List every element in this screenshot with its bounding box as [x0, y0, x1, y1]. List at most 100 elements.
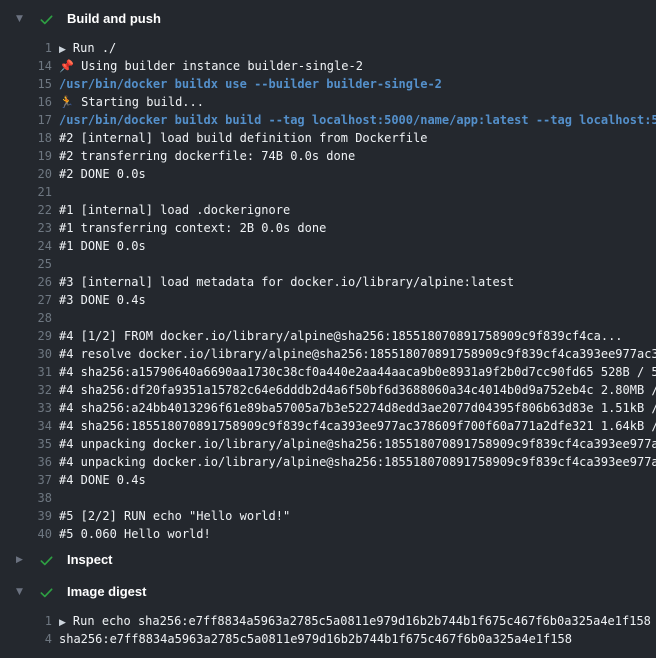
log-text: #4 unpacking docker.io/library/alpine@sh…	[59, 435, 656, 453]
check-icon	[39, 12, 54, 27]
section-header-build-and-push[interactable]: ▼ Build and push	[0, 6, 656, 32]
line-number[interactable]: 1	[0, 612, 52, 630]
log-text: #2 DONE 0.0s	[59, 165, 146, 183]
log-line: 27#3 DONE 0.4s	[0, 291, 656, 309]
log-line: 30 #4 resolve docker.io/library/alpine@sh…	[0, 345, 656, 363]
line-number[interactable]: 20	[0, 165, 52, 183]
log-text: 📌 Using builder instance builder-single-…	[59, 57, 363, 75]
section-title: Inspect	[67, 551, 113, 569]
log-text: #4 sha256:185518070891758909c9f839cf4ca3…	[59, 417, 656, 435]
workflow-log: ▼Build and push1▶Run ./14📌 Using builder…	[0, 0, 656, 648]
section-image-digest: ▼ Image digest 1 ▶Run echo sha256:e7ff8834a…	[0, 579, 656, 648]
log-text: #4 sha256:df20fa9351a15782c64e6dddb2d4a6…	[59, 381, 656, 399]
log-line: 39 #5 [2/2] RUN echo "Hello world!"	[0, 507, 656, 525]
log-line: 4 sha256:e7ff8834a5963a2785c5a0811e979d16…	[0, 630, 656, 648]
section-body: 1 ▶Run ./ 14 📌 Using builder instance build…	[0, 39, 656, 543]
log-line: 31#4 sha256:a15790640a6690aa1730c38cf0a4…	[0, 363, 656, 381]
expand-icon[interactable]: ▶	[59, 45, 66, 55]
line-number[interactable]: 40	[0, 525, 52, 543]
log-text: #1 DONE 0.0s	[59, 237, 146, 255]
check-icon	[39, 553, 54, 568]
line-number[interactable]: 31	[0, 363, 52, 381]
log-line: 14 📌 Using builder instance builder-singl…	[0, 57, 656, 75]
line-number[interactable]: 4	[0, 630, 52, 648]
log-line: 29 #4 [1/2] FROM docker.io/library/alpine…	[0, 327, 656, 345]
line-number[interactable]: 35	[0, 435, 52, 453]
section-title: Image digest	[67, 583, 146, 601]
log-line: 36 #4 unpacking docker.io/library/alpine@…	[0, 453, 656, 471]
line-number[interactable]: 32	[0, 381, 52, 399]
line-number[interactable]: 27	[0, 291, 52, 309]
line-number[interactable]: 28	[0, 309, 52, 327]
section-inspect: ▶ Inspect	[0, 547, 656, 573]
log-line: 15/usr/bin/docker buildx use --builder b…	[0, 75, 656, 93]
log-text: #3 [internal] load metadata for docker.i…	[59, 273, 514, 291]
line-number[interactable]: 22	[0, 201, 52, 219]
chevron-down-icon[interactable]: ▼	[16, 10, 30, 28]
log-text: sha256:e7ff8834a5963a2785c5a0811e979d16b…	[59, 630, 572, 648]
log-line: 40 #5 0.060 Hello world!	[0, 525, 656, 543]
log-line: 24 #1 DONE 0.0s	[0, 237, 656, 255]
line-number[interactable]: 21	[0, 183, 52, 201]
line-number[interactable]: 19	[0, 147, 52, 165]
section-body: 1 ▶Run echo sha256:e7ff8834a5963a2785c5a0…	[0, 612, 656, 648]
log-line: 26 #3 [internal] load metadata for docker…	[0, 273, 656, 291]
check-icon	[39, 585, 54, 600]
log-line: 28	[0, 309, 656, 327]
line-number[interactable]: 29	[0, 327, 52, 345]
line-number[interactable]: 17	[0, 111, 52, 129]
log-line: 34 #4 sha256:185518070891758909c9f839cf4c…	[0, 417, 656, 435]
log-text: /usr/bin/docker buildx build --tag local…	[59, 111, 656, 129]
line-number[interactable]: 16	[0, 93, 52, 111]
line-number[interactable]: 38	[0, 489, 52, 507]
line-number[interactable]: 36	[0, 453, 52, 471]
log-line: 22 #1 [internal] load .dockerignore	[0, 201, 656, 219]
log-text: #4 resolve docker.io/library/alpine@sha2…	[59, 345, 656, 363]
line-number[interactable]: 33	[0, 399, 52, 417]
log-line: 35 #4 unpacking docker.io/library/alpine@…	[0, 435, 656, 453]
section-header-image-digest[interactable]: ▼ Image digest	[0, 579, 656, 605]
line-number[interactable]: 30	[0, 345, 52, 363]
log-text: 🏃 Starting build...	[59, 93, 204, 111]
log-line: 25	[0, 255, 656, 273]
log-line: 19 #2 transferring dockerfile: 74B 0.0s d…	[0, 147, 656, 165]
log-text: #5 [2/2] RUN echo "Hello world!"	[59, 507, 290, 525]
log-line: 38	[0, 489, 656, 507]
log-line: 33 #4 sha256:a24bb4013296f61e89ba57005a7b…	[0, 399, 656, 417]
log-text: #1 transferring context: 2B 0.0s done	[59, 219, 326, 237]
line-number[interactable]: 1	[0, 39, 52, 57]
line-number[interactable]: 24	[0, 237, 52, 255]
log-text: #1 [internal] load .dockerignore	[59, 201, 290, 219]
line-number[interactable]: 26	[0, 273, 52, 291]
log-text: #4 sha256:a24bb4013296f61e89ba57005a7b3e…	[59, 399, 656, 417]
log-text: #5 0.060 Hello world!	[59, 525, 211, 543]
log-line[interactable]: 1 ▶Run ./	[0, 39, 656, 57]
log-line[interactable]: 1 ▶Run echo sha256:e7ff8834a5963a2785c5a0…	[0, 612, 656, 630]
log-text: ▶Run echo sha256:e7ff8834a5963a2785c5a08…	[59, 612, 651, 630]
chevron-right-icon[interactable]: ▶	[16, 551, 30, 569]
chevron-down-icon[interactable]: ▼	[16, 583, 30, 601]
log-text: #4 [1/2] FROM docker.io/library/alpine@s…	[59, 327, 623, 345]
line-number[interactable]: 39	[0, 507, 52, 525]
line-number[interactable]: 34	[0, 417, 52, 435]
log-text: ▶Run ./	[59, 39, 116, 57]
line-number[interactable]: 15	[0, 75, 52, 93]
log-line: 16 🏃 Starting build...	[0, 93, 656, 111]
line-number[interactable]: 14	[0, 57, 52, 75]
log-line: 23 #1 transferring context: 2B 0.0s done	[0, 219, 656, 237]
log-line: 17/usr/bin/docker buildx build --tag loc…	[0, 111, 656, 129]
log-text: #2 [internal] load build definition from…	[59, 129, 427, 147]
section-header-inspect[interactable]: ▶ Inspect	[0, 547, 656, 573]
section-title: Build and push	[67, 10, 161, 28]
log-text: #4 DONE 0.4s	[59, 471, 146, 489]
expand-icon[interactable]: ▶	[59, 618, 66, 628]
log-line: 21	[0, 183, 656, 201]
log-text: #4 unpacking docker.io/library/alpine@sh…	[59, 453, 656, 471]
line-number[interactable]: 18	[0, 129, 52, 147]
log-text: /usr/bin/docker buildx use --builder bui…	[59, 75, 442, 93]
log-text: #2 transferring dockerfile: 74B 0.0s don…	[59, 147, 355, 165]
section-build-and-push: ▼ Build and push 1 ▶Run ./ 14 📌 Using builder…	[0, 6, 656, 543]
line-number[interactable]: 37	[0, 471, 52, 489]
line-number[interactable]: 23	[0, 219, 52, 237]
line-number[interactable]: 25	[0, 255, 52, 273]
